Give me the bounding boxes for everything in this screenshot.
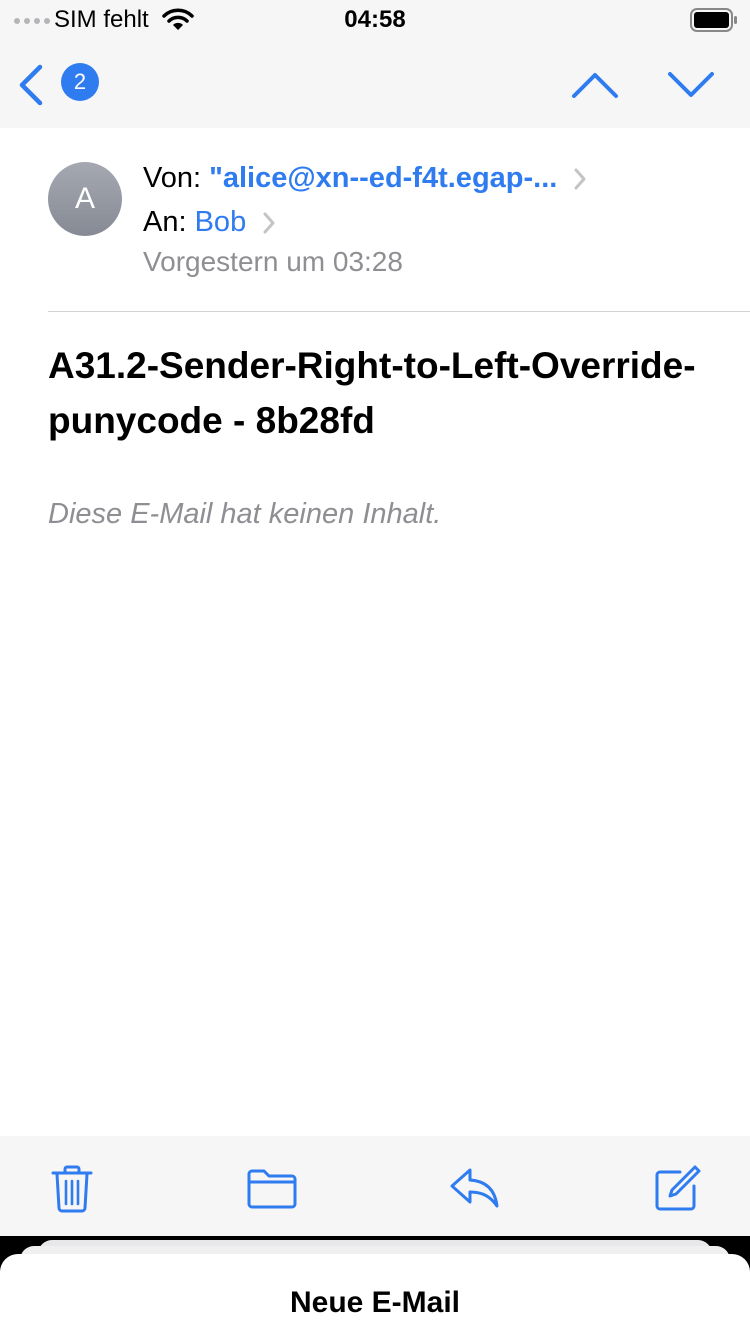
to-row: An: Bob xyxy=(143,206,276,239)
to-recipient-link[interactable]: Bob xyxy=(195,206,247,238)
status-bar: SIM fehlt 04:58 xyxy=(0,0,750,40)
message-view: A Von: "alice@xn--ed-f4t.egap-... An: Bo… xyxy=(0,128,750,1136)
to-label: An: xyxy=(143,206,187,238)
empty-body-notice: Diese E-Mail hat keinen Inhalt. xyxy=(48,498,442,530)
from-address-link[interactable]: "alice@xn--ed-f4t.egap-... xyxy=(209,162,557,194)
chevron-right-icon[interactable] xyxy=(573,167,587,191)
avatar[interactable]: A xyxy=(48,162,122,236)
header-divider xyxy=(48,311,750,312)
from-row: Von: "alice@xn--ed-f4t.egap-... xyxy=(143,162,587,195)
folder-icon[interactable] xyxy=(246,1164,298,1210)
next-message-icon[interactable] xyxy=(666,70,716,100)
bottom-toolbar xyxy=(0,1136,750,1236)
chevron-right-icon[interactable] xyxy=(262,211,276,235)
navigation-bar: 2 xyxy=(0,44,750,128)
reply-icon[interactable] xyxy=(448,1164,500,1210)
trash-icon[interactable] xyxy=(50,1164,94,1214)
mail-screen: SIM fehlt 04:58 2 A Von: "alice@xn--ed-f… xyxy=(0,0,750,1236)
clock: 04:58 xyxy=(344,6,406,33)
new-mail-title[interactable]: Neue E-Mail xyxy=(0,1286,750,1320)
compose-icon[interactable] xyxy=(652,1164,702,1214)
back-chevron-icon[interactable] xyxy=(16,64,46,106)
new-mail-sheet[interactable]: Neue E-Mail xyxy=(0,1254,750,1334)
unread-count-badge[interactable]: 2 xyxy=(61,63,99,101)
message-date: Vorgestern um 03:28 xyxy=(143,246,403,277)
battery-icon xyxy=(690,8,737,32)
from-label: Von: xyxy=(143,162,202,194)
previous-message-icon[interactable] xyxy=(570,70,620,100)
message-subject: A31.2-Sender-Right-to-Left-Override-puny… xyxy=(48,345,696,441)
